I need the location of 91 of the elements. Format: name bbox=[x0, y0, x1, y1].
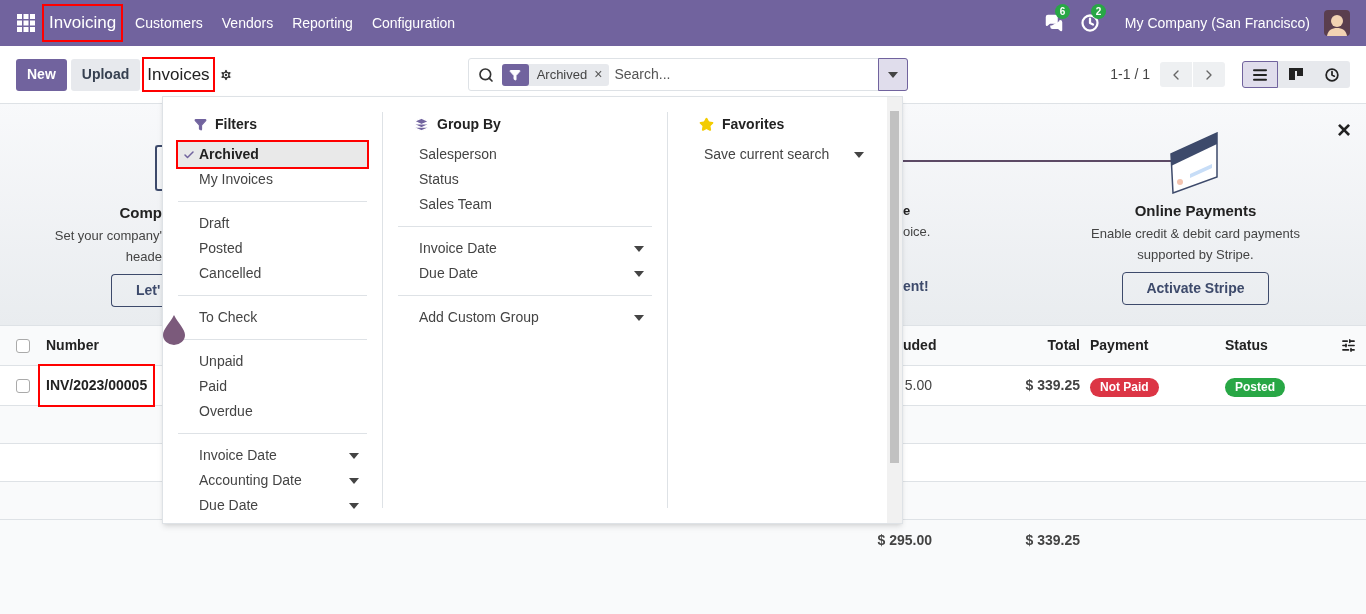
payment-badge: Not Paid bbox=[1090, 377, 1159, 397]
clock-icon bbox=[1325, 67, 1339, 82]
caret-icon bbox=[854, 151, 864, 158]
caret-icon bbox=[634, 245, 644, 252]
app-name[interactable]: Invoicing bbox=[44, 6, 122, 40]
search-icon bbox=[477, 66, 494, 83]
filter-option[interactable]: Paid bbox=[199, 374, 228, 399]
check-icon bbox=[183, 148, 195, 161]
company-switcher[interactable]: My Company (San Francisco) bbox=[1124, 12, 1310, 34]
activate-stripe-button[interactable]: Activate Stripe bbox=[1122, 271, 1269, 305]
view-switch-button[interactable] bbox=[1278, 61, 1314, 88]
filter-option[interactable]: Posted bbox=[199, 236, 243, 261]
search-field[interactable]: Archived × Search... bbox=[467, 58, 908, 91]
settings-icon[interactable] bbox=[218, 67, 233, 82]
new-button[interactable]: New bbox=[16, 58, 67, 91]
filter-option[interactable]: Overdue bbox=[199, 399, 253, 424]
table-cell-text: $ 339.25 bbox=[1024, 376, 1080, 395]
caret-icon bbox=[349, 477, 359, 484]
menu-item[interactable]: Customers bbox=[135, 12, 203, 34]
optional-columns-icon[interactable] bbox=[1341, 338, 1356, 353]
dropdown-option[interactable]: Save current search bbox=[683, 142, 872, 167]
activities-badge: 2 bbox=[1090, 4, 1107, 19]
upload-button[interactable]: Upload bbox=[70, 58, 141, 91]
caret-icon bbox=[634, 314, 644, 321]
user-avatar[interactable] bbox=[1324, 10, 1350, 36]
layers-icon bbox=[414, 116, 429, 132]
caret-icon bbox=[634, 270, 644, 277]
close-button[interactable]: × bbox=[1337, 112, 1351, 148]
filter-option[interactable]: Cancelled bbox=[199, 261, 262, 286]
menu-item[interactable]: Reporting bbox=[292, 12, 353, 34]
view-switch-button[interactable] bbox=[1242, 61, 1278, 88]
section-title: Group By bbox=[437, 114, 501, 134]
column-header[interactable]: Number bbox=[46, 335, 99, 356]
drop-icon bbox=[163, 315, 185, 345]
column-header[interactable]: Payment bbox=[1090, 335, 1225, 356]
filter-option[interactable]: Sales Team bbox=[419, 192, 492, 217]
dropdown-option[interactable]: Accounting Date bbox=[178, 468, 367, 493]
invoice-number: INV/2023/00005 bbox=[40, 366, 154, 405]
status-badge: Posted bbox=[1225, 377, 1285, 397]
custom-group-select[interactable]: Add Custom Group bbox=[398, 305, 652, 330]
step-description: Enable credit & debit card payments bbox=[1091, 224, 1300, 243]
caret-icon bbox=[887, 71, 898, 78]
activities-icon[interactable] bbox=[1080, 14, 1099, 32]
remove-facet-button[interactable]: × bbox=[594, 64, 603, 85]
star-icon bbox=[699, 116, 714, 132]
dropdown-option[interactable]: Due Date bbox=[178, 493, 367, 518]
filter-option[interactable]: Archived bbox=[178, 142, 367, 167]
filter-option[interactable]: Unpaid bbox=[199, 349, 244, 374]
dropdown-option[interactable]: Invoice Date bbox=[398, 236, 652, 261]
row-checkbox[interactable] bbox=[16, 378, 30, 393]
dropdown-option[interactable]: Invoice Date bbox=[178, 443, 367, 468]
step-description: Set your company' bbox=[54, 226, 162, 245]
filter-option[interactable]: My Invoices bbox=[199, 167, 273, 192]
messages-icon[interactable] bbox=[1044, 14, 1063, 32]
step-description: heade bbox=[125, 247, 162, 266]
total-cell-text: $ 295.00 bbox=[876, 531, 932, 550]
step-description: oice. bbox=[903, 223, 931, 241]
dropdown-option[interactable]: Due Date bbox=[398, 261, 652, 286]
step-title: e bbox=[903, 202, 911, 220]
select-all-checkbox[interactable] bbox=[16, 338, 30, 353]
list-view-icon bbox=[1252, 66, 1268, 83]
section-title: Filters bbox=[215, 114, 257, 134]
step-link[interactable]: ent! bbox=[903, 276, 929, 297]
caret-icon bbox=[349, 452, 359, 459]
breadcrumb: Invoices bbox=[144, 58, 213, 91]
search-options-toggle[interactable] bbox=[877, 58, 908, 91]
filter-icon bbox=[509, 68, 522, 81]
credit-card-icon bbox=[1170, 132, 1220, 194]
apps-grid-icon[interactable] bbox=[17, 14, 35, 32]
section-title: Favorites bbox=[722, 114, 785, 134]
table-cell-text: 5.00 bbox=[903, 376, 932, 395]
view-switch-button[interactable] bbox=[1314, 61, 1350, 88]
filter-option[interactable]: To Check bbox=[199, 305, 258, 330]
caret-icon bbox=[349, 502, 359, 509]
step-title: Online Payments bbox=[1134, 201, 1257, 221]
menu-item[interactable]: Vendors bbox=[221, 12, 274, 34]
step-description: supported by Stripe. bbox=[1137, 245, 1254, 264]
column-header[interactable]: Status bbox=[1225, 335, 1341, 356]
filter-option[interactable]: Draft bbox=[199, 211, 230, 236]
facet-label: Archived bbox=[536, 65, 588, 84]
filter-icon bbox=[194, 117, 207, 131]
filter-option[interactable]: Status bbox=[419, 167, 459, 192]
pager-value: 1-1 / 1 bbox=[1110, 65, 1150, 84]
messages-badge: 6 bbox=[1054, 4, 1071, 19]
filter-option[interactable]: Salesperson bbox=[419, 142, 497, 167]
total-cell-text: $ 339.25 bbox=[1024, 531, 1080, 550]
menu-item[interactable]: Configuration bbox=[371, 12, 456, 34]
step-title: Comp bbox=[119, 203, 162, 223]
search-input[interactable]: Search... bbox=[614, 64, 878, 85]
kanban-view-icon bbox=[1289, 67, 1303, 82]
scrollbar[interactable] bbox=[887, 97, 902, 523]
